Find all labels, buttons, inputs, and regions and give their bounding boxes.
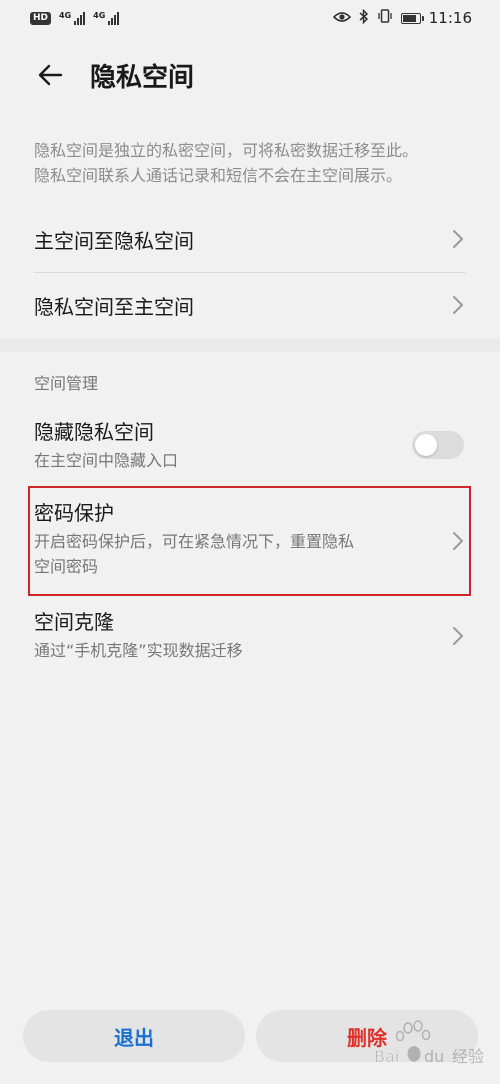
status-right: 11:16 bbox=[332, 8, 472, 28]
setting-password-protection[interactable]: 密码保护 开启密码保护后，可在紧急情况下，重置隐私 空间密码 bbox=[0, 499, 500, 591]
status-bar: HD 4G 4G 11:16 bbox=[0, 0, 500, 36]
hide-space-toggle[interactable] bbox=[412, 431, 464, 459]
chevron-right-icon bbox=[453, 627, 463, 645]
network-type-label: 4G bbox=[59, 11, 72, 20]
setting-title: 密码保护 bbox=[34, 501, 114, 525]
setting-title: 空间克隆 bbox=[34, 610, 114, 634]
battery-icon bbox=[400, 12, 424, 24]
battery-level bbox=[402, 14, 416, 22]
chevron-right-icon bbox=[453, 230, 463, 248]
nav-item-main-to-private[interactable]: 主空间至隐私空间 bbox=[0, 206, 500, 272]
bottom-action-bar: 退出 删除 bbox=[0, 1010, 500, 1064]
signal-icon: 4G bbox=[59, 11, 86, 25]
page-title: 隐私空间 bbox=[90, 62, 195, 93]
back-button[interactable] bbox=[30, 55, 70, 95]
status-left: HD 4G 4G bbox=[30, 11, 120, 25]
privacy-space-screen: HD 4G 4G 11:16 隐私空间 隐私空间是独立的私密空间，可将私密数据迁… bbox=[0, 0, 500, 1084]
eye-icon bbox=[332, 9, 351, 27]
chevron-right-icon bbox=[453, 296, 463, 314]
hd-badge: HD bbox=[30, 11, 52, 25]
section-separator bbox=[0, 338, 500, 352]
setting-description: 通过“手机克隆”实现数据迁移 bbox=[34, 641, 243, 660]
page-description: 隐私空间是独立的私密空间，可将私密数据迁移至此。 隐私空间联系人通话记录和短信不… bbox=[34, 138, 474, 188]
nav-item-private-to-main[interactable]: 隐私空间至主空间 bbox=[0, 272, 500, 338]
description-line: 隐私空间是独立的私密空间，可将私密数据迁移至此。 bbox=[34, 141, 419, 160]
vibrate-icon bbox=[377, 9, 393, 27]
app-header: 隐私空间 bbox=[0, 40, 500, 110]
status-time: 11:16 bbox=[428, 9, 472, 27]
chevron-right-icon bbox=[453, 532, 463, 550]
network-type-label: 4G bbox=[93, 11, 106, 20]
nav-item-label: 隐私空间至主空间 bbox=[34, 294, 194, 319]
exit-button[interactable]: 退出 bbox=[23, 1010, 245, 1062]
description-line: 隐私空间联系人通话记录和短信不会在主空间展示。 bbox=[34, 166, 403, 185]
setting-hide-private-space: 隐藏隐私空间 在主空间中隐藏入口 bbox=[0, 418, 500, 480]
toggle-knob bbox=[415, 434, 437, 456]
migration-list: 主空间至隐私空间 隐私空间至主空间 bbox=[0, 206, 500, 338]
signal-icon: 4G bbox=[93, 11, 120, 25]
delete-button[interactable]: 删除 bbox=[256, 1010, 478, 1062]
setting-space-clone[interactable]: 空间克隆 通过“手机克隆”实现数据迁移 bbox=[0, 608, 500, 670]
nav-item-label: 主空间至隐私空间 bbox=[34, 228, 194, 253]
arrow-left-icon bbox=[38, 64, 63, 86]
setting-description-line: 空间密码 bbox=[34, 557, 99, 576]
setting-description-line: 开启密码保护后，可在紧急情况下，重置隐私 bbox=[34, 532, 355, 551]
section-title-space-management: 空间管理 bbox=[34, 374, 99, 393]
bluetooth-icon bbox=[359, 8, 369, 28]
setting-description: 开启密码保护后，可在紧急情况下，重置隐私 空间密码 bbox=[34, 529, 500, 579]
